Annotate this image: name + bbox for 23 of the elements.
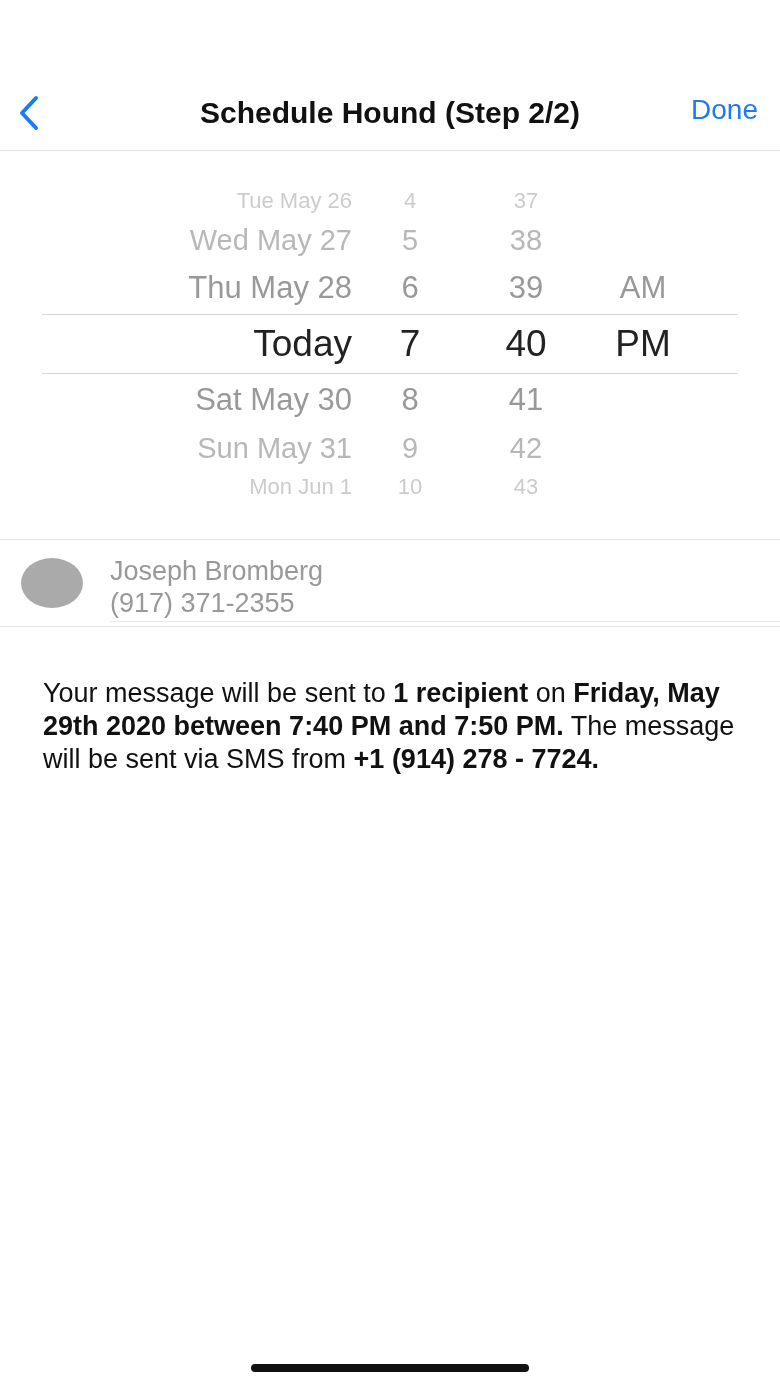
date-option[interactable]: Wed May 27: [189, 223, 352, 257]
done-button[interactable]: Done: [691, 94, 758, 126]
minute-option[interactable]: 42: [509, 431, 543, 465]
date-option[interactable]: Today: [253, 323, 352, 365]
hour-option[interactable]: 9: [401, 431, 419, 465]
minute-option[interactable]: 40: [505, 323, 547, 365]
hour-option[interactable]: 5: [401, 223, 419, 257]
period-option[interactable]: PM: [615, 323, 671, 364]
date-option[interactable]: Sun May 31: [197, 431, 352, 465]
hour-option[interactable]: 6: [401, 270, 419, 306]
back-icon[interactable]: [18, 95, 40, 131]
minute-option[interactable]: 39: [508, 270, 544, 306]
hour-option[interactable]: 7: [399, 323, 421, 365]
date-option[interactable]: Thu May 28: [188, 270, 352, 306]
summary-text: Your message will be sent to 1 recipient on Friday, May 29th 2020 between 7:40 PM and 7:50 PM. The message will be sent via SMS from +1 (914) 278 - 7724.: [43, 677, 736, 776]
recipient-phone: (917) 371-2355: [110, 586, 295, 619]
hour-option[interactable]: 8: [401, 382, 419, 418]
minute-option[interactable]: 38: [509, 223, 543, 257]
minute-option[interactable]: 41: [508, 382, 544, 418]
recipient-name: Joseph Bromberg: [110, 554, 324, 587]
screen-title: Schedule Hound (Step 2/2): [198, 96, 581, 130]
date-option[interactable]: Sat May 30: [195, 382, 352, 418]
period-option[interactable]: AM: [619, 270, 667, 305]
